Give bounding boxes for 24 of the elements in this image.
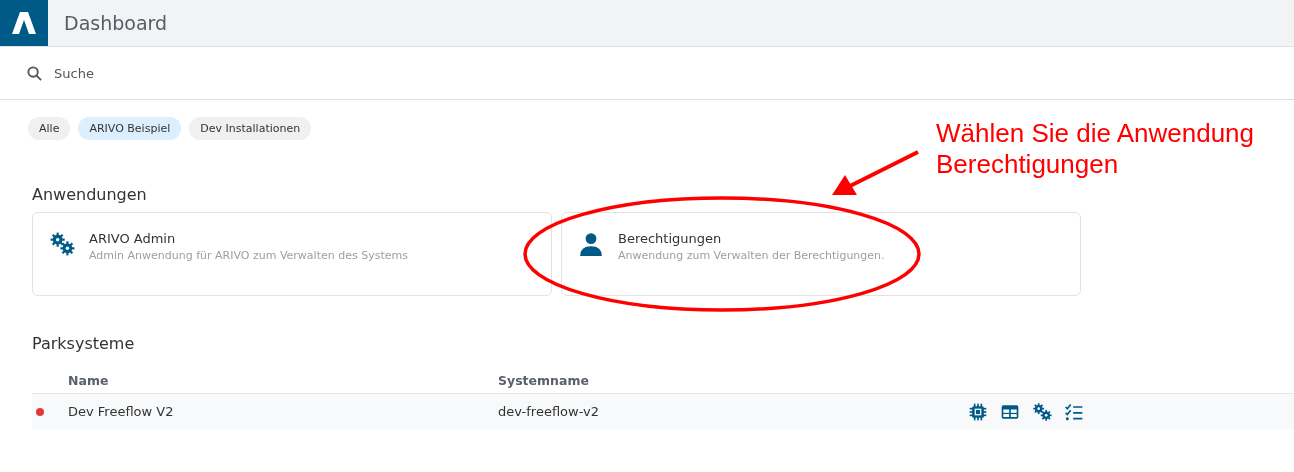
table-cell: dev-freeflow-v2 — [498, 404, 599, 419]
application-card[interactable]: ARIVO Admin Admin Anwendung für ARIVO zum Verwalten des Systems — [32, 212, 552, 296]
logo[interactable] — [0, 0, 48, 46]
table-cell: Dev Freeflow V2 — [68, 404, 174, 419]
checklist-icon[interactable] — [1064, 401, 1084, 422]
chip-icon[interactable] — [968, 401, 988, 422]
page-title: Dashboard — [64, 12, 168, 34]
column-header: Name — [68, 373, 109, 388]
section-heading: Parksysteme — [32, 334, 136, 353]
section-heading: Anwendungen — [32, 185, 148, 204]
card-description: Anwendung zum Verwalten der Berechtigungen. — [618, 249, 885, 262]
person-icon — [578, 231, 604, 257]
card-title: ARIVO Admin — [89, 231, 177, 246]
gears-icon[interactable] — [1032, 401, 1052, 422]
application-card[interactable]: Berechtigungen Anwendung zum Verwalten der Berechtigungen. — [561, 212, 1081, 296]
filter-chip[interactable]: Dev Installationen — [189, 117, 312, 140]
filter-chip[interactable]: Alle — [28, 117, 71, 140]
filter-chip[interactable]: ARIVO Beispiel — [78, 117, 182, 140]
annotation-text: Wählen Sie die Anwendung Berechtigungen — [936, 118, 1254, 180]
card-description: Admin Anwendung für ARIVO zum Verwalten des Systems — [89, 249, 408, 262]
card-title: Berechtigungen — [618, 231, 723, 246]
column-header: Systemname — [498, 373, 589, 388]
gears-icon — [49, 231, 75, 257]
search-icon — [27, 65, 42, 81]
